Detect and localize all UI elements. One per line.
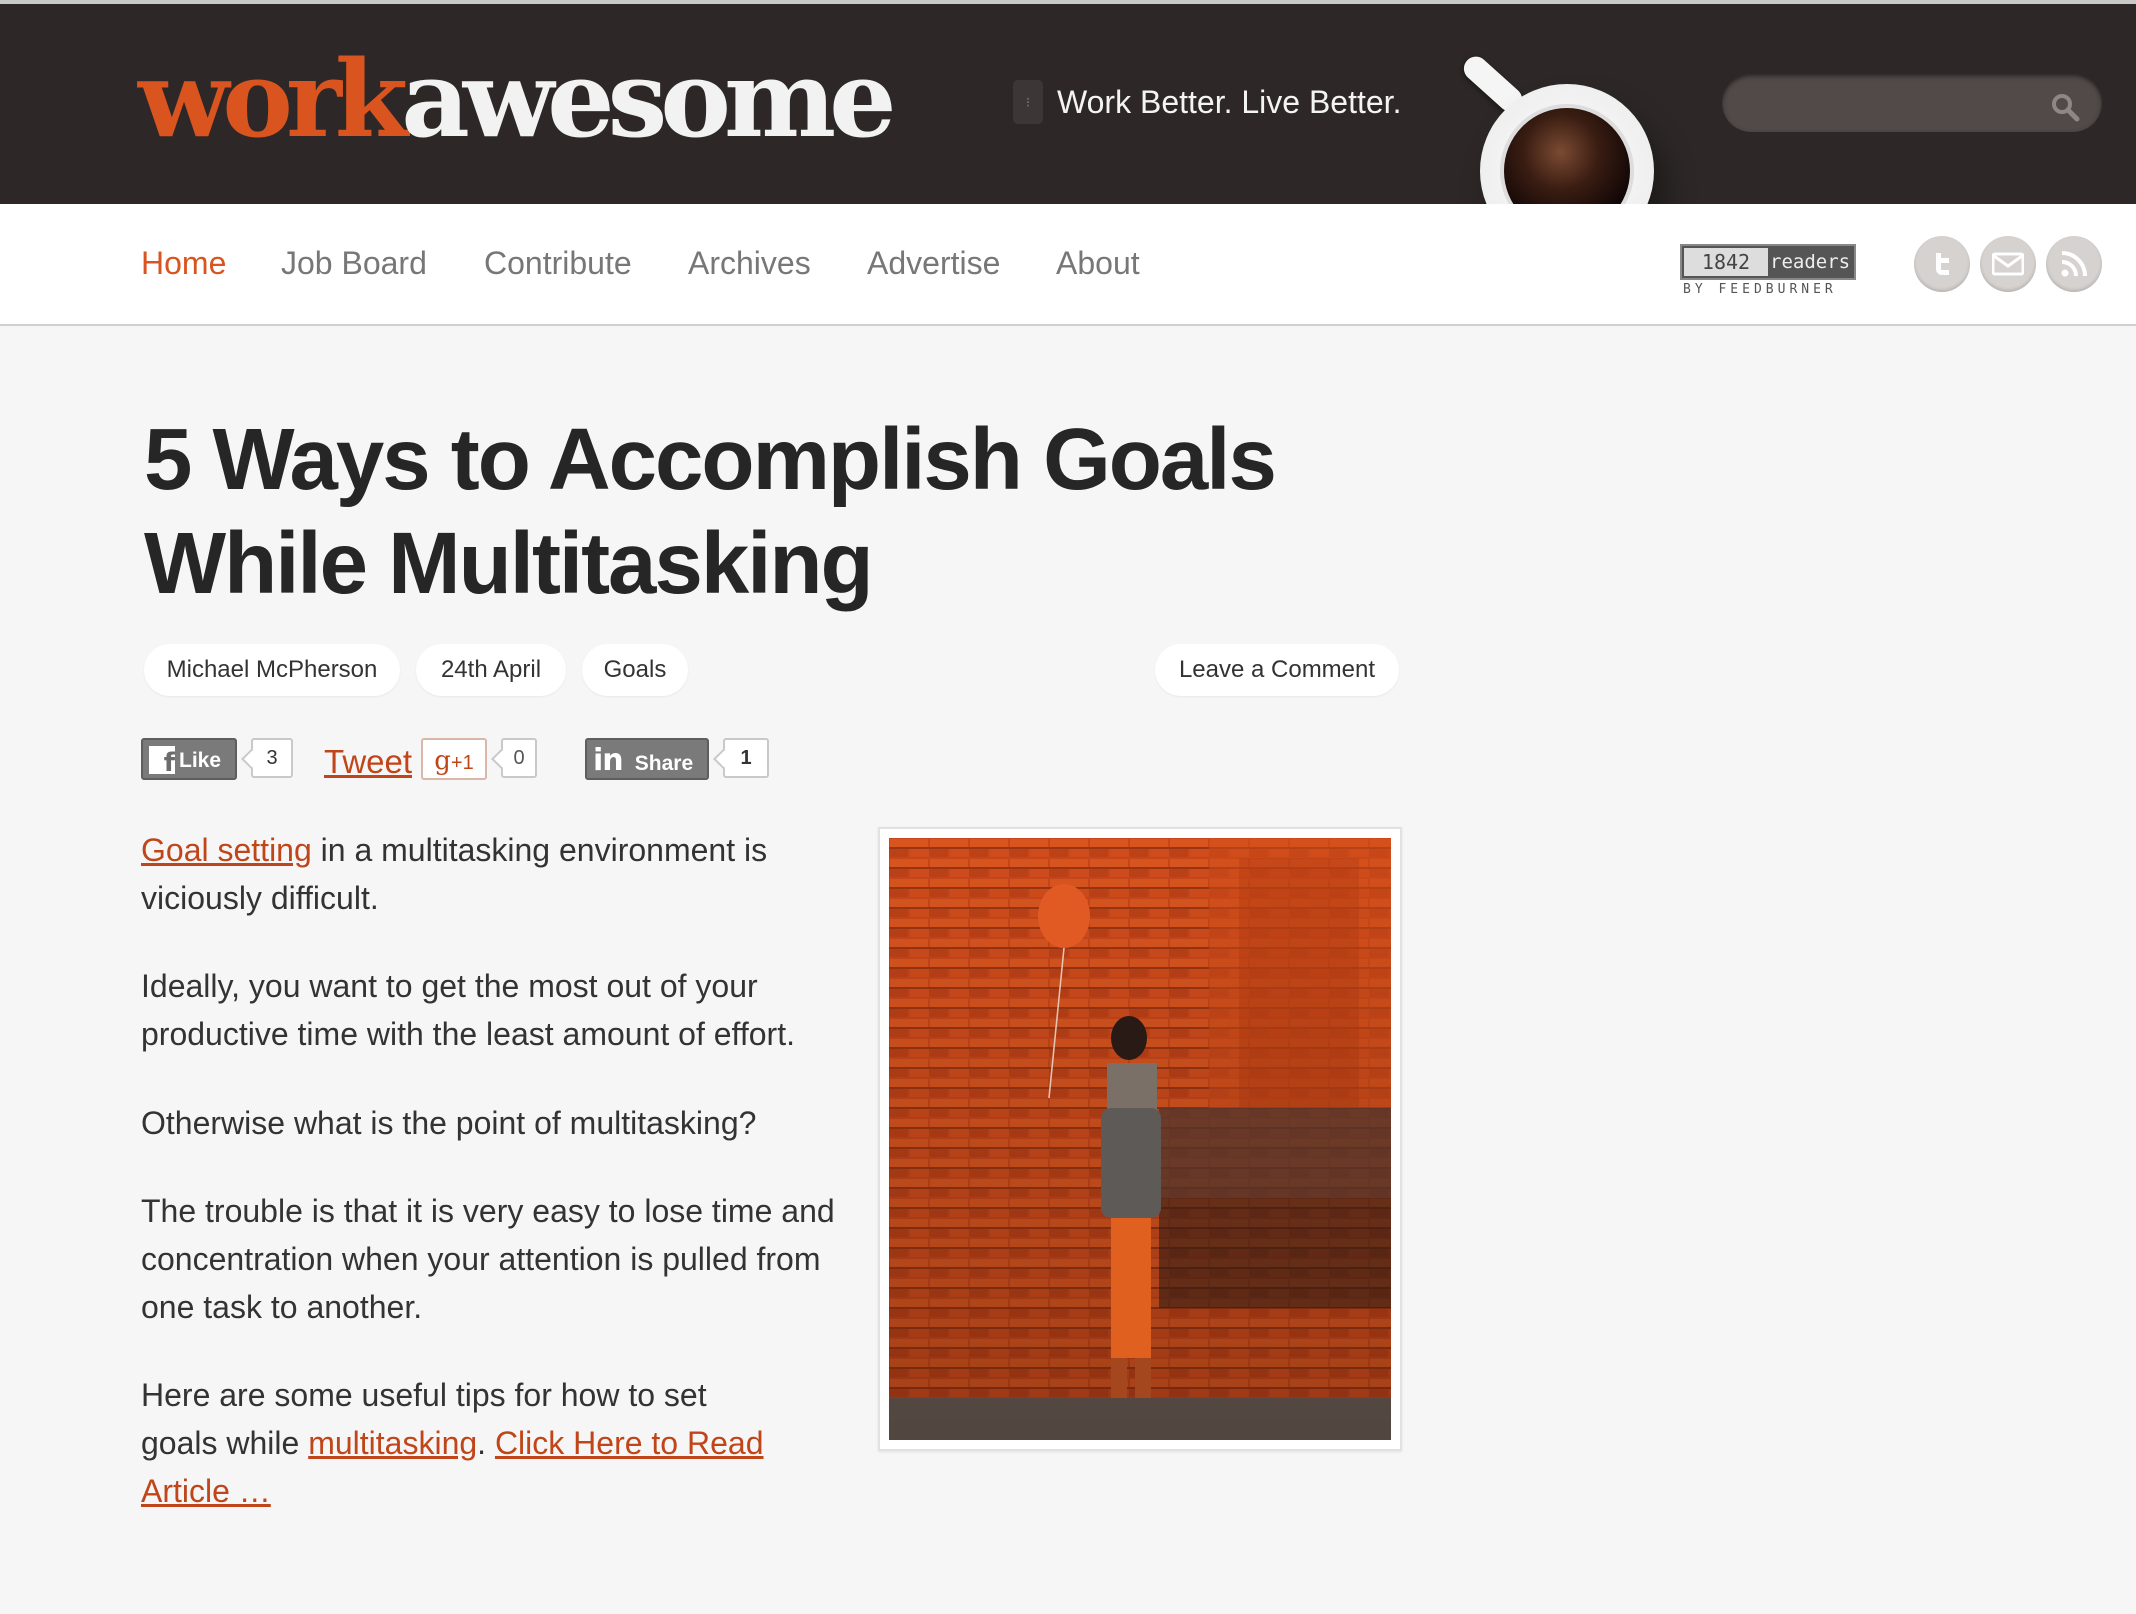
logo-work: work xyxy=(138,36,408,161)
linkedin-share-count: 1 xyxy=(723,738,769,778)
paragraph-2: Ideally, you want to get the most out of… xyxy=(141,968,795,1052)
linkedin-icon: in xyxy=(593,743,624,778)
search-icon[interactable] xyxy=(2050,92,2080,122)
site-logo[interactable]: workawesome xyxy=(138,44,897,154)
email-button[interactable] xyxy=(1980,236,2036,292)
feedburner-count: 1842 xyxy=(1684,248,1768,276)
tagline-separator-icon: ⁝ xyxy=(1013,80,1043,124)
logo-awesome: awesome xyxy=(401,36,896,161)
google-plus-count: 0 xyxy=(501,738,537,778)
facebook-like-button[interactable]: f Like xyxy=(141,738,237,780)
nav-about[interactable]: About xyxy=(1056,240,1140,286)
nav-home[interactable]: Home xyxy=(141,240,226,286)
facebook-like-label: Like xyxy=(179,749,222,772)
facebook-like-count: 3 xyxy=(251,738,293,778)
date-link[interactable]: 24th April xyxy=(416,644,566,696)
search-input[interactable] xyxy=(1722,74,2102,132)
rss-button[interactable] xyxy=(2046,236,2102,292)
tweet-link[interactable]: Tweet xyxy=(324,740,412,784)
paragraph-5-dot: . xyxy=(477,1425,495,1461)
site-tagline: Work Better. Live Better. xyxy=(1057,84,1402,120)
paragraph-4: The trouble is that it is very easy to l… xyxy=(141,1193,835,1325)
nav-job-board[interactable]: Job Board xyxy=(281,240,427,286)
nav-advertise[interactable]: Advertise xyxy=(867,240,1000,286)
feedburner-by-label: BY FEEDBURNER xyxy=(1683,282,1837,297)
facebook-icon: f xyxy=(149,746,175,774)
paragraph-5: Here are some useful tips for how to set… xyxy=(141,1371,781,1515)
article-title: 5 Ways to Accomplish Goals While Multita… xyxy=(144,411,1277,612)
nav-contribute[interactable]: Contribute xyxy=(484,240,632,286)
email-icon xyxy=(1992,252,2024,276)
google-plus-label: +1 xyxy=(450,752,474,774)
article-image[interactable] xyxy=(889,838,1391,1440)
goal-setting-link[interactable]: Goal setting xyxy=(141,832,312,868)
google-plus-icon: g xyxy=(434,746,451,776)
multitasking-link[interactable]: multitasking xyxy=(308,1425,477,1461)
rss-icon xyxy=(2061,251,2087,277)
leave-comment-link[interactable]: Leave a Comment xyxy=(1155,644,1399,696)
feedburner-readers-label: readers xyxy=(1770,251,1851,273)
linkedin-share-label: Share xyxy=(634,752,694,775)
twitter-button[interactable] xyxy=(1914,236,1970,292)
paragraph-3: Otherwise what is the point of multitask… xyxy=(141,1105,757,1141)
twitter-icon xyxy=(1936,253,1949,275)
paragraph-1: Goal setting in a multitasking environme… xyxy=(141,826,861,922)
category-link[interactable]: Goals xyxy=(582,644,688,696)
google-plus-button[interactable]: g+1 xyxy=(421,738,487,780)
linkedin-share-button[interactable]: in Share xyxy=(585,738,709,780)
nav-archives[interactable]: Archives xyxy=(688,240,811,286)
author-link[interactable]: Michael McPherson xyxy=(144,644,400,696)
